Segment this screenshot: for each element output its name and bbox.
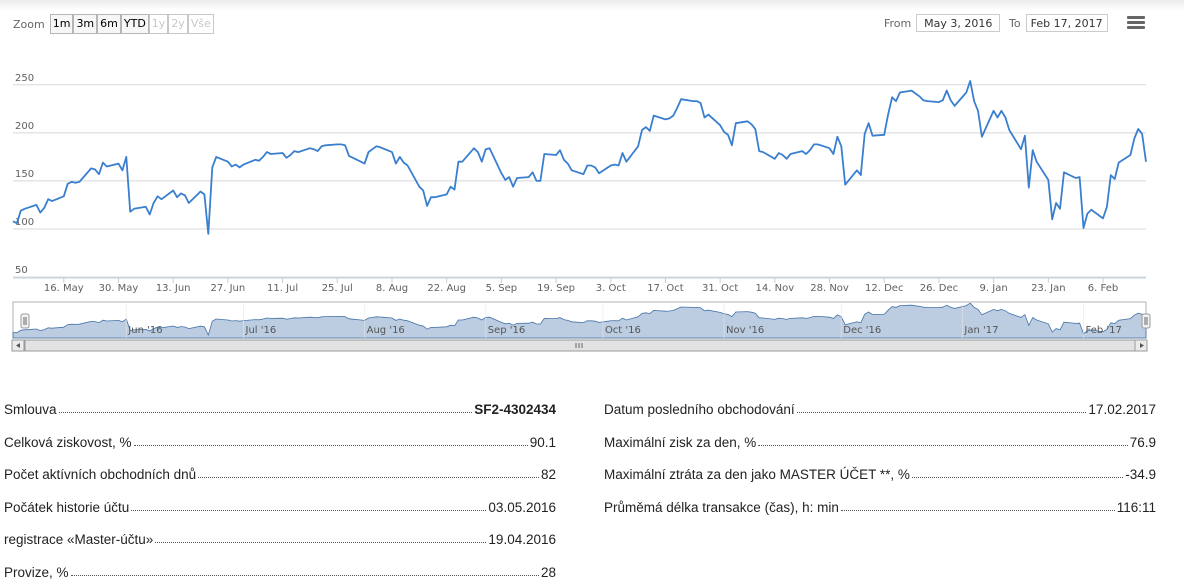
stat-label: registrace «Master-účtu» bbox=[4, 532, 156, 547]
dotted-leader bbox=[198, 467, 539, 478]
x-tick-label: 5. Sep bbox=[486, 283, 518, 294]
y-tick-label: 200 bbox=[15, 121, 34, 132]
x-tick-label: 6. Feb bbox=[1088, 283, 1118, 294]
x-tick-label: 23. Jan bbox=[1031, 283, 1066, 294]
x-tick-label: 11. Jul bbox=[267, 283, 298, 294]
stat-label: Počet aktívních obchodních dnů bbox=[4, 467, 199, 482]
dotted-leader bbox=[155, 532, 487, 543]
top-gradient-bar bbox=[0, 0, 1184, 10]
range-to: To bbox=[1009, 14, 1108, 32]
x-tick-label: 31. Oct bbox=[702, 283, 738, 294]
dotted-leader bbox=[133, 435, 528, 446]
x-tick-label: 16. May bbox=[44, 283, 84, 294]
navigator-label: Dec '16 bbox=[843, 325, 881, 336]
x-tick-label: 17. Oct bbox=[647, 283, 683, 294]
dotted-leader bbox=[70, 565, 539, 576]
y-tick-label: 150 bbox=[15, 169, 34, 180]
stat-label: Maximální zisk za den, % bbox=[604, 434, 759, 450]
dotted-leader bbox=[796, 402, 1087, 413]
navigator-label: Nov '16 bbox=[726, 325, 764, 336]
stats-left-column: Smlouva SF2-4302434 Celková ziskovost, % 90… bbox=[4, 402, 556, 586]
stat-row: Průměmá délka transakce (čas), h: min 116… bbox=[604, 499, 1156, 533]
stat-value: 116:11 bbox=[1114, 499, 1156, 515]
zoom-label: Zoom bbox=[13, 17, 45, 31]
navigator-label: Aug '16 bbox=[367, 325, 405, 336]
x-tick-label: 13. Jun bbox=[156, 283, 191, 294]
navigator-label: Feb '17 bbox=[1085, 325, 1121, 336]
zoom-button-1y: 1y bbox=[148, 14, 169, 34]
stat-value: -34.9 bbox=[1123, 467, 1156, 482]
stat-row: Počet aktívních obchodních dnů 82 bbox=[4, 467, 556, 500]
stat-row: Počátek historie účtu 03.05.2016 bbox=[4, 499, 556, 533]
x-tick-label: 25. Jul bbox=[322, 283, 353, 294]
navigator-label: Sep '16 bbox=[488, 325, 526, 336]
stat-value: 28 bbox=[538, 564, 556, 580]
dotted-leader bbox=[58, 402, 473, 413]
stat-row: Celková ziskovost, % 90.1 bbox=[4, 434, 556, 468]
x-tick-label: 26. Dec bbox=[920, 283, 958, 294]
from-date-input[interactable] bbox=[916, 14, 1001, 32]
y-tick-label: 50 bbox=[15, 265, 28, 276]
stat-value: 19.04.2016 bbox=[486, 532, 556, 547]
stat-label: Celková ziskovost, % bbox=[4, 434, 134, 450]
stat-label: Smlouva bbox=[4, 402, 59, 417]
scrollbar-thumb bbox=[24, 339, 1147, 352]
x-tick-label: 12. Dec bbox=[865, 283, 903, 294]
navigator-label: Jun '16 bbox=[127, 325, 162, 336]
stat-row: Maximální zisk za den, % 76.9 bbox=[604, 434, 1156, 468]
range-from: From bbox=[884, 14, 1001, 32]
stat-value: SF2-4302434 bbox=[472, 402, 556, 417]
x-tick-label: 27. Jun bbox=[211, 283, 246, 294]
zoom-button-ytd[interactable]: YTD bbox=[120, 14, 149, 34]
stat-row: Maximální ztráta za den jako MASTER ÚČET… bbox=[604, 467, 1156, 500]
stat-value: 03.05.2016 bbox=[486, 499, 556, 515]
x-tick-label: 8. Aug bbox=[376, 283, 408, 294]
navigator-label: Jul '16 bbox=[245, 325, 277, 336]
stat-row: Provize, % 28 bbox=[4, 564, 556, 586]
from-label: From bbox=[884, 16, 912, 30]
stat-label: Datum posledního obchodování bbox=[604, 402, 797, 417]
navigator-label: Oct '16 bbox=[605, 325, 641, 336]
navigator-label: Jan '17 bbox=[963, 325, 998, 336]
dotted-leader bbox=[911, 467, 1124, 478]
navigator-handle bbox=[20, 313, 30, 329]
to-label: To bbox=[1009, 16, 1021, 30]
x-tick-label: 30. May bbox=[99, 283, 139, 294]
x-tick-label: 14. Nov bbox=[756, 283, 795, 294]
stat-label: Průměmá délka transakce (čas), h: min bbox=[604, 499, 841, 515]
stat-row: Datum posledního obchodování 17.02.2017 bbox=[604, 402, 1156, 435]
stat-value: 82 bbox=[538, 467, 556, 482]
chart-menu-hamburger-icon[interactable] bbox=[1127, 16, 1145, 32]
stat-row: registrace «Master-účtu» 19.04.2016 bbox=[4, 532, 556, 565]
zoom-selector: Zoom 1m 3m 6m YTD 1y 2y Vše bbox=[13, 14, 214, 34]
stats-right-column: Datum posledního obchodování 17.02.2017 Ma… bbox=[604, 402, 1156, 532]
x-tick-label: 19. Sep bbox=[537, 283, 575, 294]
navigator-handle bbox=[1141, 313, 1151, 329]
stat-value: 76.9 bbox=[1127, 434, 1156, 450]
stat-value: 90.1 bbox=[527, 434, 556, 450]
zoom-button-6m[interactable]: 6m bbox=[97, 14, 121, 34]
stat-label: Počátek historie účtu bbox=[4, 499, 132, 515]
stat-row: Smlouva SF2-4302434 bbox=[4, 402, 556, 435]
dotted-leader bbox=[840, 500, 1115, 511]
dotted-leader bbox=[758, 435, 1128, 446]
stock-chart: 5010015020025016. May 30. May 13. Jun 27. J… bbox=[11, 73, 1151, 352]
to-date-input[interactable] bbox=[1025, 14, 1108, 32]
stat-value: 17.02.2017 bbox=[1086, 402, 1156, 417]
series-line bbox=[12, 80, 1147, 235]
y-tick-label: 250 bbox=[15, 73, 34, 84]
x-tick-label: 3. Oct bbox=[596, 283, 626, 294]
stat-label: Provize, % bbox=[4, 564, 71, 580]
dotted-leader bbox=[131, 500, 487, 511]
zoom-button-2y: 2y bbox=[168, 14, 188, 34]
x-tick-label: 28. Nov bbox=[810, 283, 849, 294]
zoom-button-3m[interactable]: 3m bbox=[73, 14, 98, 34]
zoom-button-vše: Vše bbox=[187, 14, 214, 34]
zoom-button-1m[interactable]: 1m bbox=[49, 14, 74, 34]
x-tick-label: 9. Jan bbox=[980, 283, 1008, 294]
stat-label: Maximální ztráta za den jako MASTER ÚČET… bbox=[604, 467, 912, 482]
x-tick-label: 22. Aug bbox=[427, 283, 466, 294]
zoom-buttons: 1m 3m 6m YTD 1y 2y Vše bbox=[49, 14, 214, 34]
